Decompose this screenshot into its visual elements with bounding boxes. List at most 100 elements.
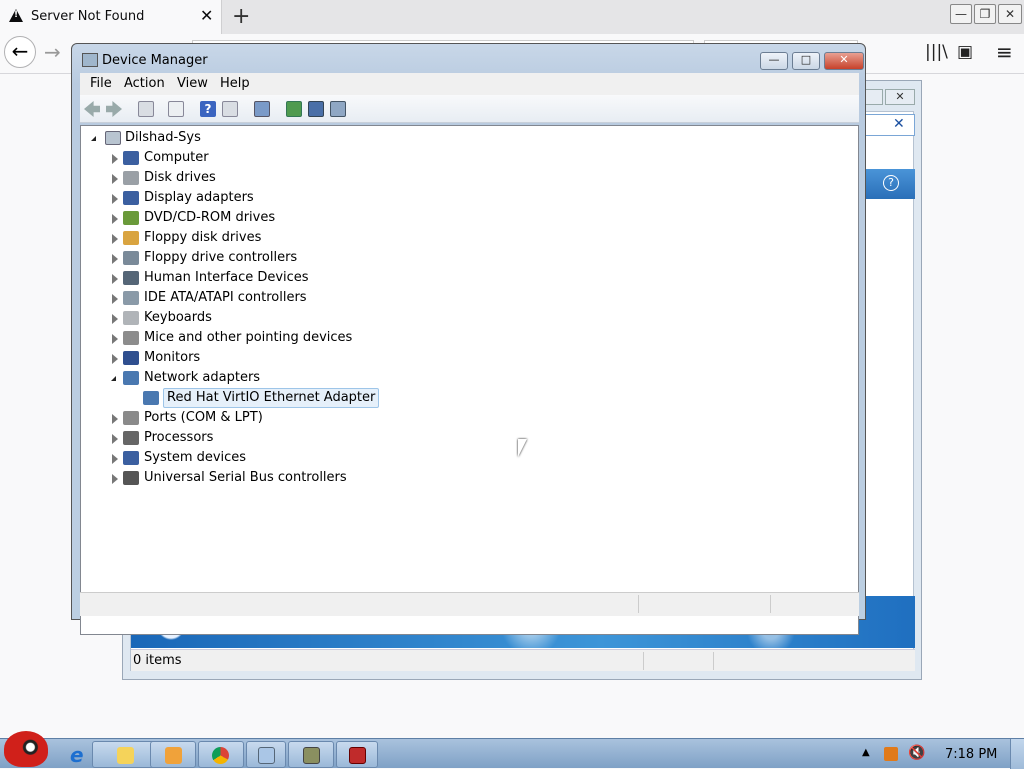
forward-arrow-icon[interactable] (106, 101, 122, 117)
computer-icon (105, 131, 121, 145)
collapse-arrow-icon[interactable] (91, 136, 96, 141)
toolbox-icon (349, 747, 366, 764)
tree-item-label: Floppy drive controllers (144, 250, 298, 265)
collapse-arrow-icon[interactable] (111, 376, 116, 381)
sidebar-icon[interactable]: ▣ (957, 42, 973, 62)
expand-arrow-icon[interactable] (112, 454, 118, 464)
toolbar: ? (80, 95, 859, 123)
expand-arrow-icon[interactable] (112, 154, 118, 164)
menu-view[interactable]: View (177, 76, 208, 91)
tab-title: Server Not Found (31, 9, 145, 24)
monitor-icon (123, 351, 139, 365)
taskbar-media-player[interactable] (150, 741, 196, 768)
show-desktop-button[interactable] (1010, 739, 1024, 769)
show-hide-console-icon[interactable] (138, 101, 154, 117)
expand-arrow-icon[interactable] (112, 334, 118, 344)
tree-item-label: System devices (144, 450, 247, 465)
tab-close-button[interactable]: ✕ (200, 8, 213, 24)
show-hidden-icons-icon[interactable]: ▲ (862, 747, 870, 758)
bg-close-button[interactable]: ✕ (885, 89, 915, 105)
expand-arrow-icon[interactable] (112, 414, 118, 424)
hid-icon (123, 271, 139, 285)
device-manager-window: Device Manager — □ ✕ File Action View He… (71, 43, 866, 635)
expand-arrow-icon[interactable] (112, 234, 118, 244)
usb-icon (123, 471, 139, 485)
new-tab-button[interactable]: + (232, 4, 250, 29)
expand-arrow-icon[interactable] (112, 434, 118, 444)
status-separator (770, 595, 771, 613)
update-driver-icon[interactable] (286, 101, 302, 117)
ide-controller-icon (123, 291, 139, 305)
disable-device-icon[interactable] (330, 101, 346, 117)
scan-hardware-icon[interactable] (254, 101, 270, 117)
processor-icon (123, 431, 139, 445)
ie-icon[interactable]: e (70, 743, 84, 767)
action-pane-icon[interactable] (222, 101, 238, 117)
menu-bar: File Action View Help (80, 73, 859, 95)
status-separator (638, 595, 639, 613)
expand-arrow-icon[interactable] (112, 214, 118, 224)
clock[interactable]: 7:18 PM (945, 747, 997, 762)
expand-arrow-icon[interactable] (112, 354, 118, 364)
status-separator (643, 652, 644, 670)
expand-arrow-icon[interactable] (112, 294, 118, 304)
media-player-icon (165, 747, 182, 764)
start-button[interactable] (4, 731, 48, 767)
library-icon[interactable]: |||\ (925, 42, 948, 62)
ethernet-adapter-icon (143, 391, 159, 405)
tree-root-label: Dilshad-Sys (125, 130, 201, 145)
tree-item-label: DVD/CD-ROM drives (144, 210, 276, 225)
taskbar-control-panel[interactable] (246, 741, 286, 768)
port-icon (123, 411, 139, 425)
taskbar-chrome[interactable] (198, 741, 244, 768)
volume-muted-icon[interactable]: 🔇 (908, 745, 925, 761)
help-book-icon[interactable]: ? (200, 101, 216, 117)
tree-item-label: Red Hat VirtIO Ethernet Adapter (163, 388, 380, 408)
close-button[interactable]: ✕ (824, 52, 864, 70)
search-clear-icon[interactable]: ✕ (893, 116, 905, 132)
expand-arrow-icon[interactable] (112, 254, 118, 264)
taskbar-explorer[interactable] (92, 741, 156, 768)
forward-button[interactable]: → (44, 40, 61, 64)
control-panel-icon (258, 747, 275, 764)
minimize-button[interactable]: — (760, 52, 788, 70)
keyboard-icon (123, 311, 139, 325)
expand-arrow-icon[interactable] (112, 274, 118, 284)
taskbar-device-manager[interactable] (288, 741, 334, 768)
menu-action[interactable]: Action (124, 76, 165, 91)
taskbar: e ▲ 🔇 7:18 PM (0, 731, 1024, 769)
menu-file[interactable]: File (90, 76, 112, 91)
tree-item-label: Network adapters (144, 370, 261, 385)
tree-item-label: Monitors (144, 350, 201, 365)
uninstall-device-icon[interactable] (308, 101, 324, 117)
action-center-icon[interactable] (884, 747, 898, 761)
back-arrow-icon[interactable] (84, 101, 100, 117)
browser-restore-button[interactable]: ❐ (974, 4, 996, 24)
tree-item-label: Universal Serial Bus controllers (144, 470, 347, 485)
browser-close-button[interactable]: ✕ (998, 4, 1022, 24)
dvd-drive-icon (123, 211, 139, 225)
browser-minimize-button[interactable]: — (950, 4, 972, 24)
tree-item-label: Human Interface Devices (144, 270, 309, 285)
status-bar (80, 592, 859, 616)
help-icon[interactable]: ? (883, 175, 899, 191)
expand-arrow-icon[interactable] (112, 174, 118, 184)
expand-arrow-icon[interactable] (112, 194, 118, 204)
device-manager-icon (82, 53, 98, 67)
properties-icon[interactable] (168, 101, 184, 117)
status-separator (713, 652, 714, 670)
bg-search-box[interactable] (865, 114, 915, 136)
back-button[interactable]: ← (4, 36, 36, 68)
maximize-button[interactable]: □ (792, 52, 820, 70)
disk-drive-icon (123, 171, 139, 185)
computer-icon (123, 151, 139, 165)
explorer-icon (117, 747, 134, 764)
tree-item-label: Processors (144, 430, 214, 445)
expand-arrow-icon[interactable] (112, 474, 118, 484)
taskbar-toolbox[interactable] (336, 741, 378, 768)
browser-tab[interactable]: Server Not Found ✕ (0, 0, 222, 34)
menu-help[interactable]: Help (220, 76, 250, 91)
system-device-icon (123, 451, 139, 465)
menu-icon[interactable]: ≡ (996, 40, 1013, 64)
expand-arrow-icon[interactable] (112, 314, 118, 324)
